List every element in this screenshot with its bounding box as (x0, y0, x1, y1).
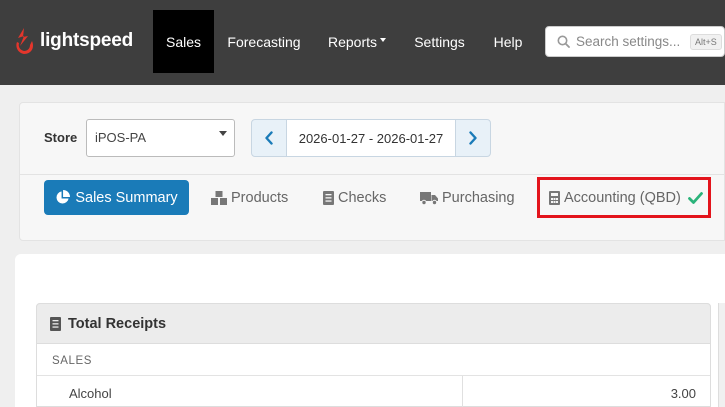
store-select-value: iPOS-PA (95, 130, 147, 145)
divider (19, 174, 725, 175)
divider (37, 375, 710, 376)
tab-checks-label: Checks (338, 189, 387, 206)
chevron-left-icon (265, 131, 273, 145)
column-divider (462, 376, 463, 407)
tab-sales-summary-label: Sales Summary (75, 189, 178, 206)
nav-sales[interactable]: Sales (153, 10, 214, 73)
nav-reports-label: Reports (327, 33, 378, 50)
nav-settings-label: Settings (414, 33, 465, 50)
search-input[interactable] (576, 34, 686, 49)
chevron-right-icon (469, 131, 477, 145)
nav-help-label: Help (493, 33, 523, 50)
sales-section-label: SALES (52, 355, 93, 367)
nav-forecasting-label: Forecasting (227, 33, 301, 50)
date-range-field[interactable]: 2026-01-27 - 2026-01-27 (287, 119, 455, 157)
nav-reports[interactable]: Reports (321, 10, 393, 73)
tab-products-label: Products (231, 189, 289, 206)
total-receipts-title: Total Receipts (68, 315, 167, 332)
total-receipts-header: Total Receipts (36, 303, 711, 344)
adjacent-card-edge (718, 303, 725, 407)
receipt-icon (50, 316, 61, 331)
tab-purchasing[interactable]: Purchasing (420, 180, 515, 215)
nav-help[interactable]: Help (487, 10, 529, 73)
top-navbar: lightspeed Sales Forecasting Reports Set… (0, 0, 725, 85)
tab-purchasing-label: Purchasing (442, 189, 515, 206)
next-date-button[interactable] (455, 119, 491, 157)
date-range-value: 2026-01-27 - 2026-01-27 (298, 130, 444, 146)
row-alcohol-value: 3.00 (670, 386, 696, 401)
caret-down-icon (219, 131, 227, 136)
receipt-icon (323, 190, 334, 205)
search-icon (557, 35, 570, 48)
nav-settings[interactable]: Settings (408, 10, 471, 73)
brand-logo[interactable]: lightspeed (15, 27, 133, 55)
brand-name: lightspeed (40, 30, 134, 51)
caret-down-icon (380, 37, 387, 42)
pie-chart-icon (56, 190, 71, 204)
row-alcohol-name: Alcohol (69, 386, 112, 401)
search-shortcut-badge: Alt+S (690, 33, 722, 50)
store-select[interactable]: iPOS-PA (86, 119, 235, 157)
boxes-icon (211, 190, 227, 205)
nav-forecasting[interactable]: Forecasting (221, 10, 307, 73)
store-label: Store (44, 130, 78, 145)
flame-icon (16, 28, 34, 54)
tab-sales-summary[interactable]: Sales Summary (44, 180, 189, 215)
settings-search[interactable]: Alt+S (545, 26, 725, 57)
previous-date-button[interactable] (251, 119, 287, 157)
truck-icon (420, 191, 438, 205)
nav-sales-label: Sales (165, 33, 202, 50)
highlight-box (537, 177, 711, 218)
tab-checks[interactable]: Checks (323, 180, 386, 215)
tab-products[interactable]: Products (211, 180, 288, 215)
